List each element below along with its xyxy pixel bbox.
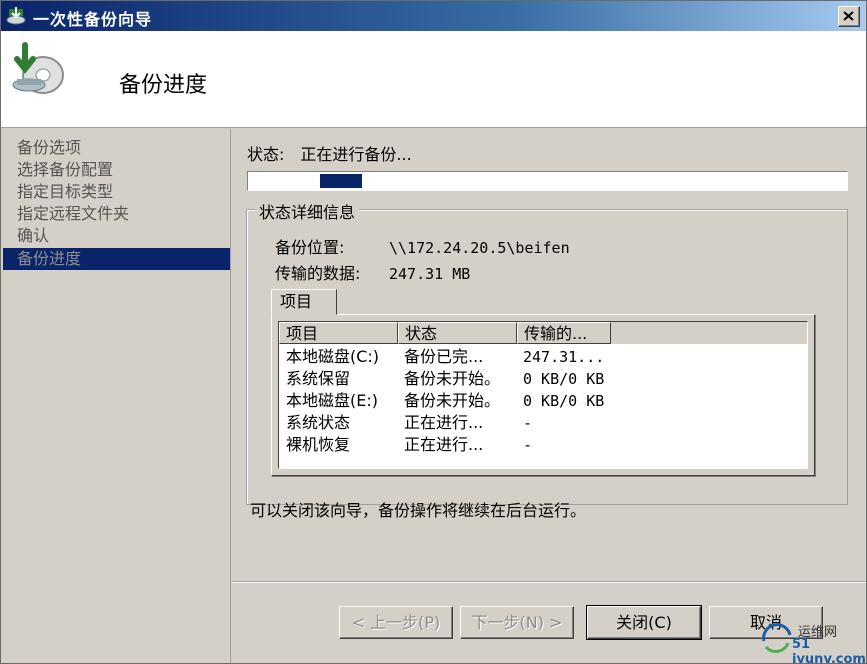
watermark-logo-icon xyxy=(762,623,792,653)
nav-item-remote-folder[interactable]: 指定远程文件夹 xyxy=(3,203,230,225)
row-item-cell: 系统保留 xyxy=(286,369,351,388)
status-label: 状态: xyxy=(247,145,285,164)
transferred-row: 传输的数据: 247.31 MB xyxy=(275,260,470,284)
watermark-url: 51 iyunv.com xyxy=(792,637,866,664)
list-header: 项目 状态 传输的... xyxy=(279,322,807,344)
close-window-button[interactable] xyxy=(838,6,860,27)
nav-item-backup-config[interactable]: 选择备份配置 xyxy=(3,159,230,181)
next-button[interactable]: 下一步(N) > xyxy=(460,606,574,639)
table-row[interactable]: 本地磁盘(C:) 备份已完... 247.31... xyxy=(279,346,807,368)
title-bar[interactable]: 一次性备份向导 xyxy=(1,1,866,31)
wizard-steps-nav: 备份选项 选择备份配置 指定目标类型 指定远程文件夹 确认 备份进度 xyxy=(3,129,231,663)
row-transferred-cell: 0 KB/0 KB xyxy=(523,370,605,388)
table-row[interactable]: 裸机恢复 正在进行... - xyxy=(279,434,807,456)
nav-item-backup-progress[interactable]: 备份进度 xyxy=(3,248,230,270)
items-tab-panel: 项目 状态 传输的... 本地磁盘(C:) 备份已完... 247.31... … xyxy=(271,314,815,476)
page-title: 备份进度 xyxy=(119,73,208,98)
status-value: 正在进行备份... xyxy=(300,145,412,164)
status-details-group: 状态详细信息 备份位置: \\172.24.20.5\beifen 传输的数据: 2… xyxy=(246,199,848,505)
wizard-window: 一次性备份向导 备份进度 备份选项 选择备份配置 指定目标类型 指定远程文件夹 … xyxy=(0,0,867,664)
table-row[interactable]: 系统状态 正在进行... - xyxy=(279,412,807,434)
wizard-header: 备份进度 xyxy=(1,31,866,128)
items-list-view[interactable]: 项目 状态 传输的... 本地磁盘(C:) 备份已完... 247.31... … xyxy=(278,321,808,469)
backup-progress-bar xyxy=(247,171,848,191)
column-header-item[interactable]: 项目 xyxy=(279,322,398,344)
tab-items[interactable]: 项目 xyxy=(271,289,337,315)
nav-item-confirm[interactable]: 确认 xyxy=(3,225,230,247)
window-title: 一次性备份向导 xyxy=(33,10,153,29)
backup-location-value: \\172.24.20.5\beifen xyxy=(389,239,570,257)
row-transferred-cell: - xyxy=(523,414,533,432)
progress-fill xyxy=(320,174,362,188)
transferred-value: 247.31 MB xyxy=(389,265,471,283)
row-status-cell: 备份已完... xyxy=(404,347,484,366)
close-icon xyxy=(843,11,854,21)
previous-button[interactable]: < 上一步(P) xyxy=(339,606,453,639)
nav-item-backup-options[interactable]: 备份选项 xyxy=(3,137,230,159)
row-status-cell: 正在进行... xyxy=(404,413,484,432)
nav-item-target-type[interactable]: 指定目标类型 xyxy=(3,181,230,203)
backup-wizard-icon xyxy=(6,7,26,25)
row-status-cell: 备份未开始。 xyxy=(404,391,501,410)
transferred-label: 传输的数据: xyxy=(275,264,361,283)
site-watermark: 运维网 51 iyunv.com xyxy=(760,621,866,663)
close-button[interactable]: 关闭(C) xyxy=(586,605,702,640)
row-transferred-cell: 247.31... xyxy=(523,348,605,366)
table-row[interactable]: 本地磁盘(E:) 备份未开始。 0 KB/0 KB xyxy=(279,390,807,412)
column-header-transferred[interactable]: 传输的... xyxy=(517,322,611,344)
row-transferred-cell: - xyxy=(523,436,533,454)
row-status-cell: 正在进行... xyxy=(404,435,484,454)
watermark-domain: iyunv.com xyxy=(792,652,866,664)
background-run-hint: 可以关闭该向导，备份操作将继续在后台运行。 xyxy=(250,501,587,520)
row-transferred-cell: 0 KB/0 KB xyxy=(523,392,605,410)
row-item-cell: 系统状态 xyxy=(286,413,351,432)
row-item-cell: 裸机恢复 xyxy=(286,435,351,454)
watermark-prefix: 51 xyxy=(792,637,811,652)
table-row[interactable]: 系统保留 备份未开始。 0 KB/0 KB xyxy=(279,368,807,390)
status-line: 状态: 正在进行备份... xyxy=(247,141,412,165)
row-status-cell: 备份未开始。 xyxy=(404,369,501,388)
row-item-cell: 本地磁盘(C:) xyxy=(286,347,380,366)
backup-disk-icon xyxy=(12,42,64,94)
status-details-legend: 状态详细信息 xyxy=(255,199,360,223)
row-item-cell: 本地磁盘(E:) xyxy=(286,391,378,410)
column-header-status[interactable]: 状态 xyxy=(398,322,517,344)
backup-location-label: 备份位置: xyxy=(275,238,345,257)
backup-location-row: 备份位置: \\172.24.20.5\beifen xyxy=(275,234,570,258)
wizard-content: 状态: 正在进行备份... 状态详细信息 备份位置: \\172.24.20.5\b… xyxy=(232,129,866,581)
